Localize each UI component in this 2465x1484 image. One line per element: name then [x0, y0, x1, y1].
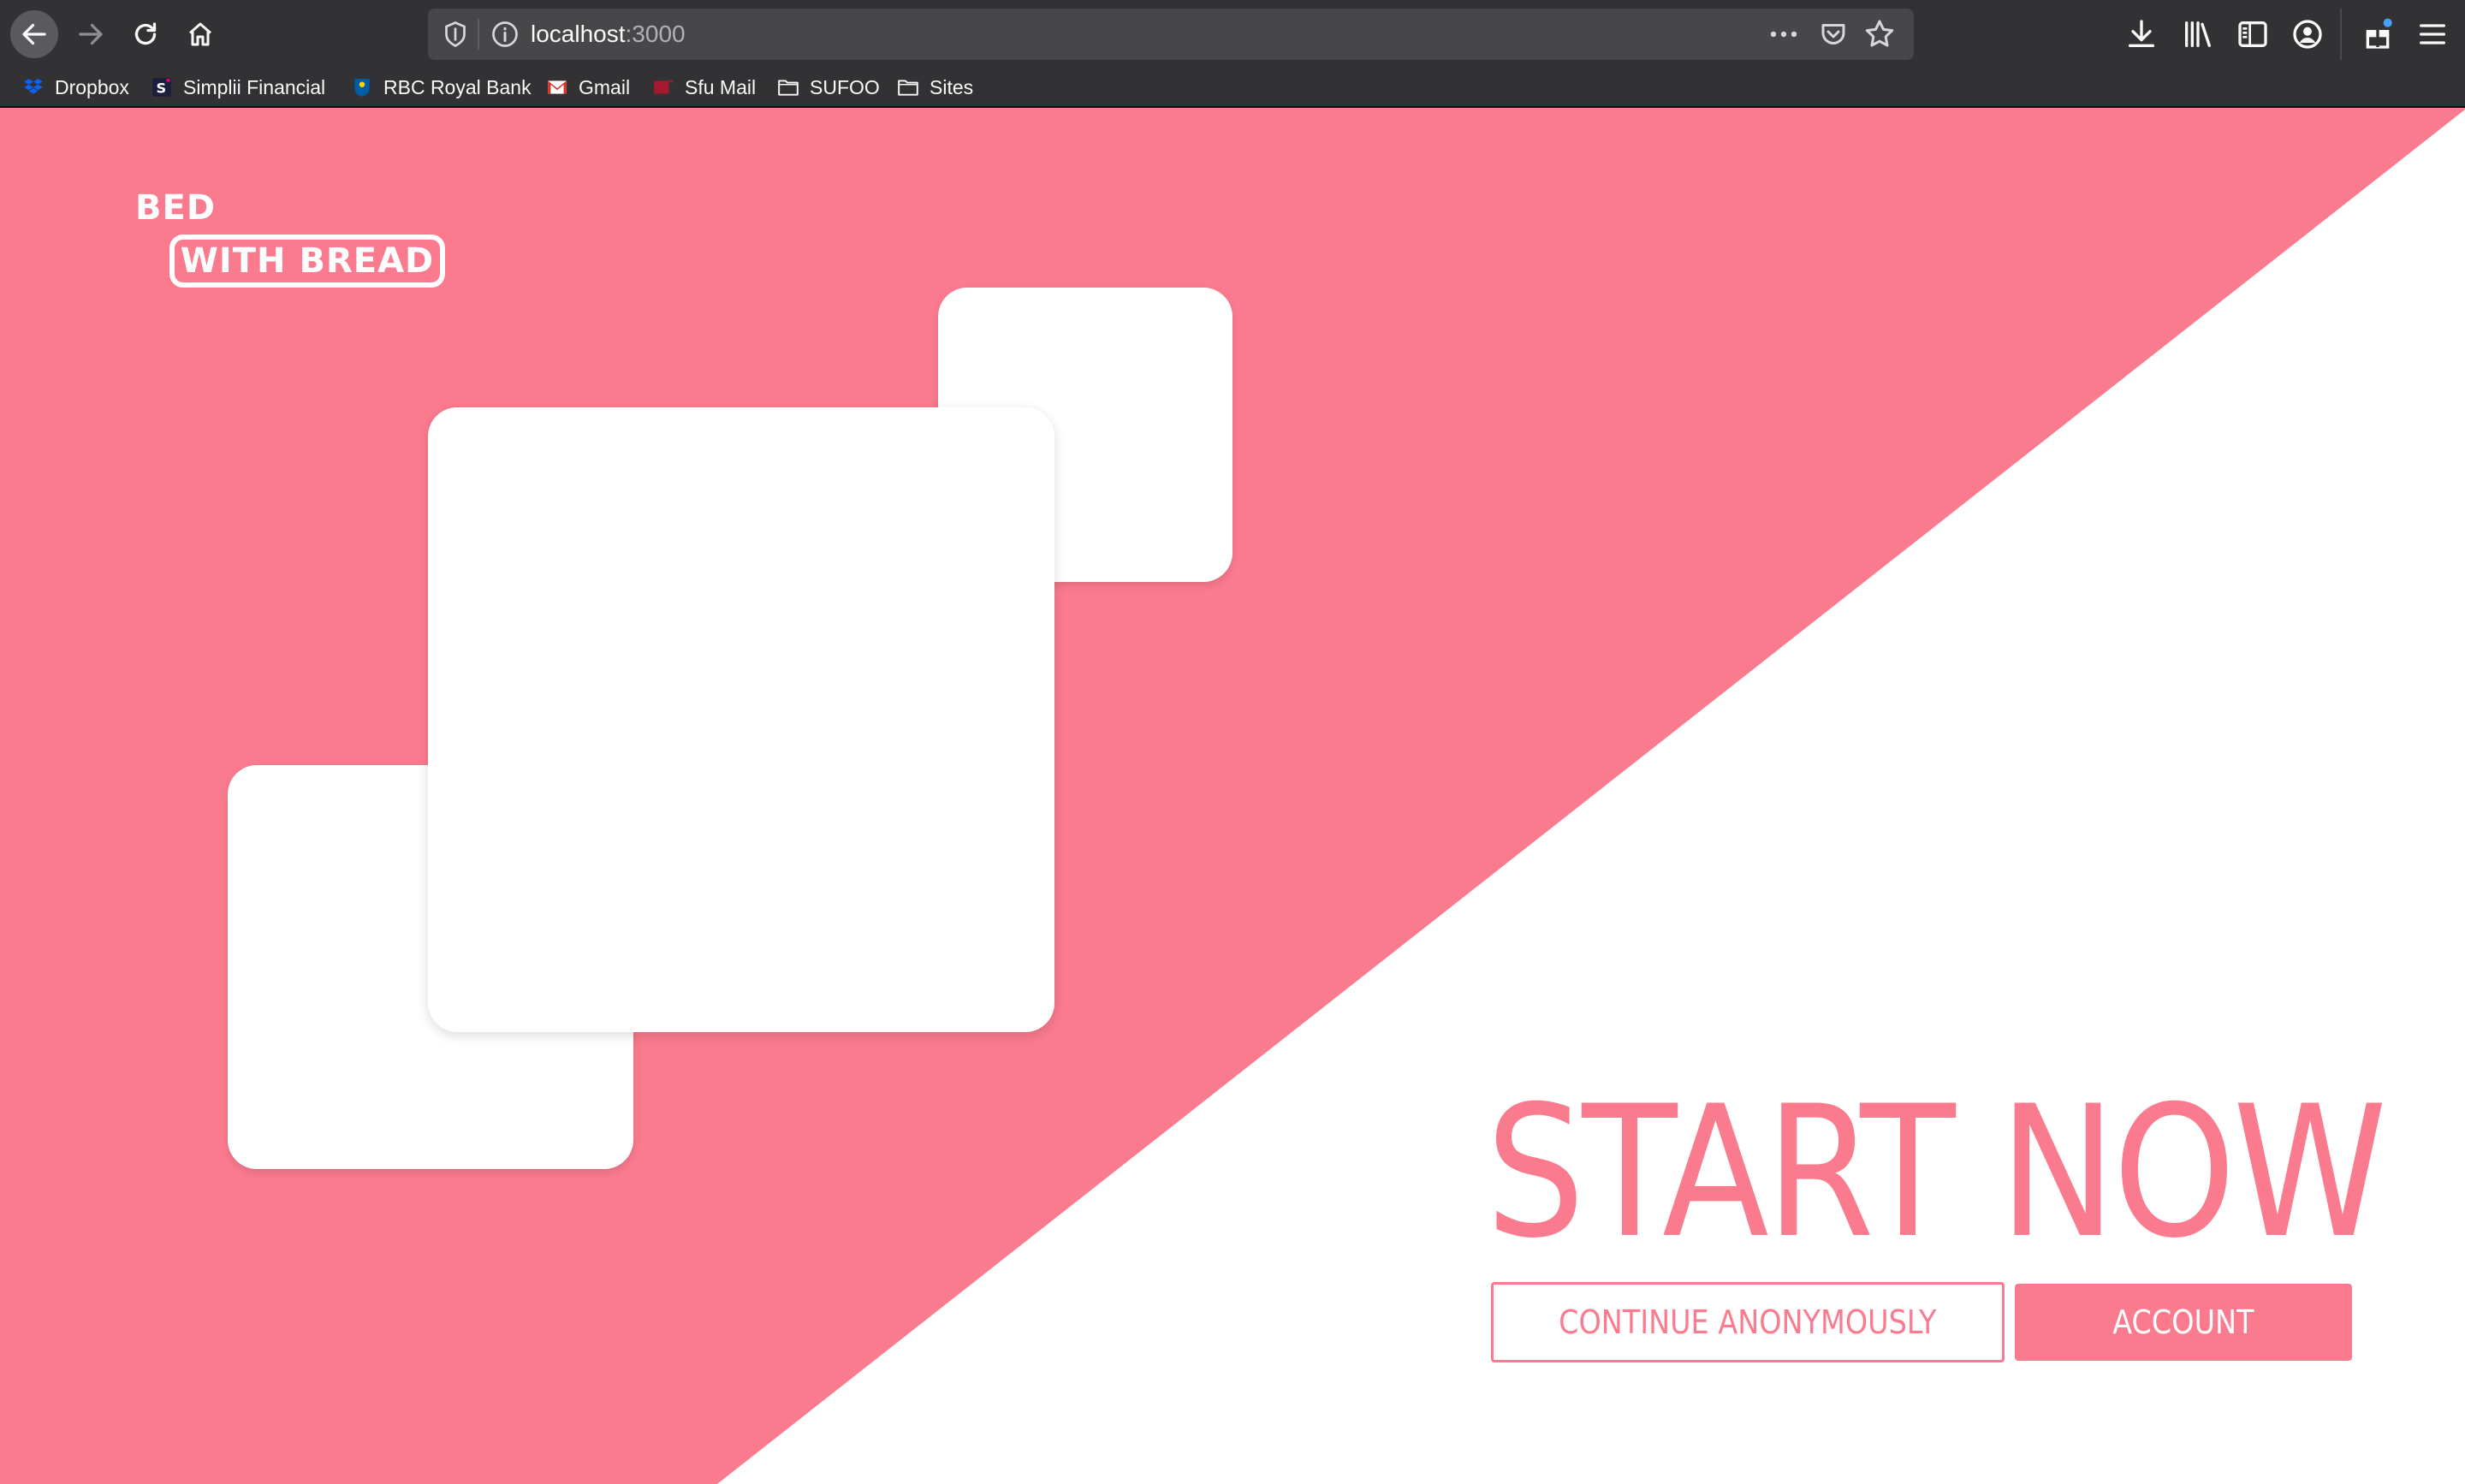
account-button[interactable] [2290, 17, 2325, 51]
bookmark-label: Sites [930, 75, 974, 98]
logo-text-bottom: WITH BREAD [180, 241, 435, 281]
folder-icon [897, 76, 919, 98]
account-icon [2293, 20, 2322, 49]
bookmark-folder-sites[interactable]: Sites [897, 74, 973, 101]
bookmark-dropbox[interactable]: Dropbox [22, 74, 129, 101]
bookmark-label: Dropbox [55, 75, 129, 98]
reload-button[interactable] [122, 10, 169, 58]
more-dots-icon[interactable] [1767, 19, 1801, 50]
bookmark-sfu-mail[interactable]: Sfu Mail [652, 74, 756, 101]
back-button[interactable] [10, 10, 58, 58]
library-icon [2185, 21, 2211, 47]
toolbar-divider [2340, 9, 2342, 60]
arrow-left-icon [22, 23, 46, 45]
home-button[interactable] [176, 10, 224, 58]
hamburger-menu-icon [2420, 24, 2445, 45]
bookmark-gmail[interactable]: Gmail [546, 74, 630, 101]
decorative-card-center [428, 407, 1054, 1032]
account-button-cta[interactable]: ACCOUNT [2015, 1284, 2352, 1361]
continue-anonymously-label: CONTINUE ANONYMOUSLY [1559, 1303, 1937, 1341]
start-now-heading: START NOW [1486, 1066, 2387, 1278]
continue-anonymously-button[interactable]: CONTINUE ANONYMOUSLY [1491, 1282, 2005, 1362]
url-bar[interactable]: localhost:3000 [428, 9, 1914, 60]
home-icon [189, 22, 211, 46]
bookmark-label: SUFOO [810, 75, 880, 98]
bookmark-label: Gmail [579, 75, 631, 98]
bookmarks-toolbar: Dropbox S Simplii Financial RBC Royal Ba… [0, 68, 2465, 108]
bookmark-label: Simplii Financial [183, 75, 326, 98]
info-icon[interactable] [490, 19, 520, 50]
account-label: ACCOUNT [2112, 1303, 2254, 1341]
logo-badge: WITH BREAD [169, 234, 445, 288]
dropbox-icon [22, 76, 45, 98]
bookmark-simplii[interactable]: S Simplii Financial [151, 74, 325, 101]
url-separator [478, 19, 479, 50]
arrow-right-icon [79, 23, 103, 45]
tracking-shield-icon[interactable] [440, 19, 471, 50]
download-icon [2129, 20, 2154, 47]
logo-text-top: BED [135, 188, 217, 228]
forward-button[interactable] [67, 10, 115, 58]
rbc-icon [351, 76, 373, 98]
gmail-icon [546, 76, 568, 98]
svg-text:S: S [157, 80, 167, 97]
menu-button[interactable] [2415, 17, 2450, 51]
bookmark-folder-sufoo[interactable]: SUFOO [777, 74, 880, 101]
bookmark-star-icon[interactable] [1862, 17, 1897, 51]
gift-icon [2366, 18, 2392, 49]
simplii-icon: S [151, 76, 173, 98]
whats-new-button[interactable] [2361, 17, 2395, 51]
sfu-icon [652, 76, 674, 98]
bookmark-label: RBC Royal Bank [383, 75, 532, 98]
browser-toolbar: localhost:3000 [0, 0, 2465, 68]
pocket-icon[interactable] [1818, 19, 1849, 50]
sidebar-icon [2238, 21, 2267, 47]
page-content: BED WITH BREAD START NOW CONTINUE ANONYM… [0, 108, 2465, 1484]
downloads-button[interactable] [2124, 17, 2159, 51]
folder-icon [777, 76, 799, 98]
url-port: :3000 [625, 21, 686, 47]
library-button[interactable] [2181, 17, 2215, 51]
bookmark-label: Sfu Mail [685, 75, 757, 98]
sidebar-button[interactable] [2236, 17, 2270, 51]
url-host: localhost [531, 21, 626, 47]
bookmark-rbc[interactable]: RBC Royal Bank [351, 74, 532, 101]
reload-icon [134, 22, 157, 45]
url-text[interactable]: localhost:3000 [531, 21, 686, 48]
